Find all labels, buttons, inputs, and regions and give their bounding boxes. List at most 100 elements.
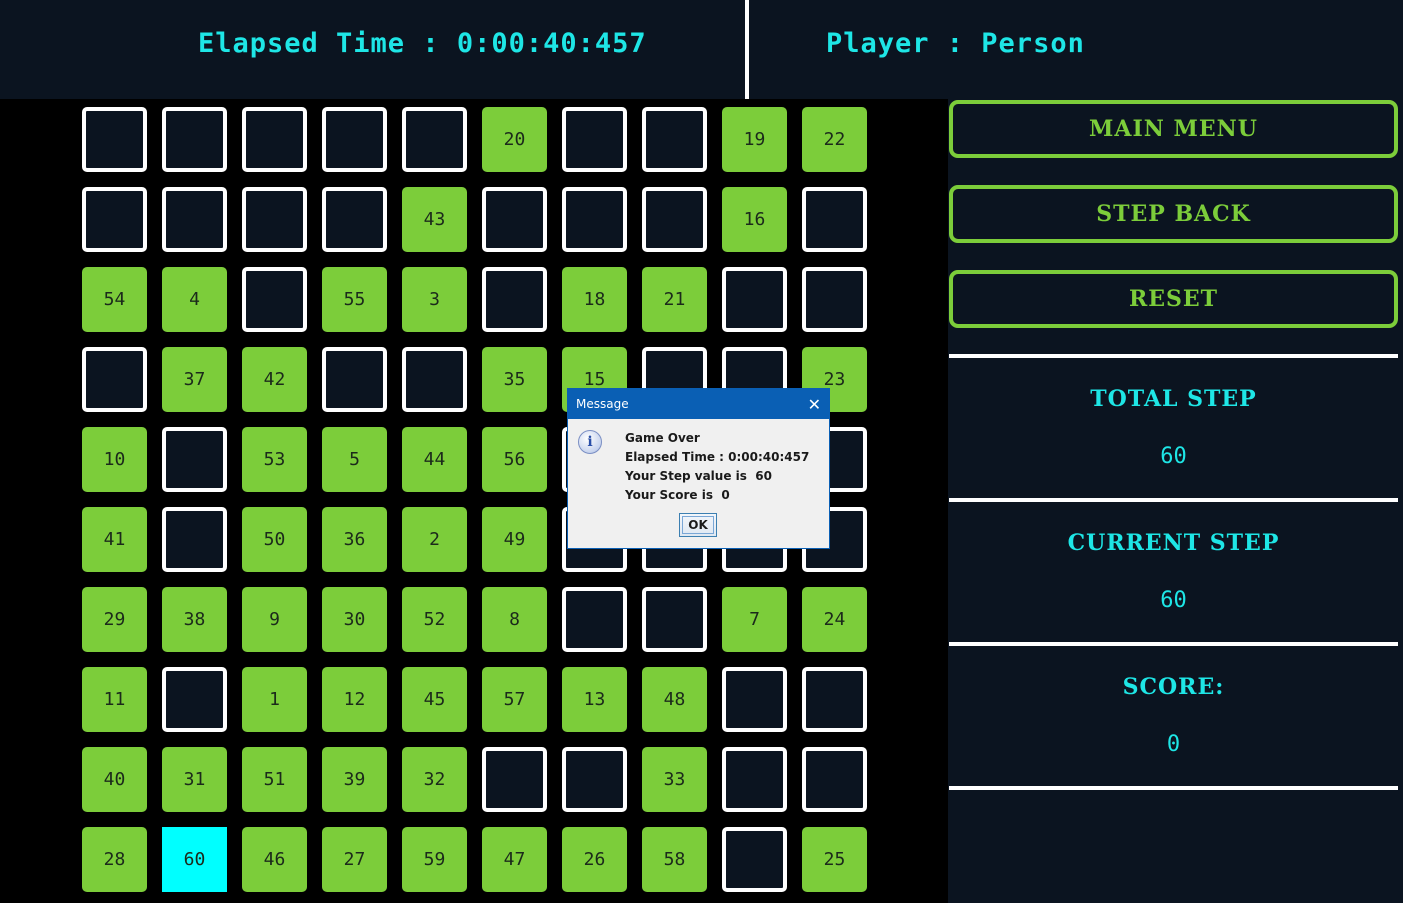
board-cell-empty[interactable] (162, 187, 227, 252)
board-cell-empty[interactable] (802, 747, 867, 812)
board-cell-empty[interactable] (802, 267, 867, 332)
board-cell[interactable]: 37 (162, 347, 227, 412)
board-cell[interactable]: 24 (802, 587, 867, 652)
board-cell[interactable]: 9 (242, 587, 307, 652)
board-cell[interactable]: 32 (402, 747, 467, 812)
board-cell-empty[interactable] (242, 187, 307, 252)
board-cell[interactable]: 8 (482, 587, 547, 652)
board-cell[interactable]: 47 (482, 827, 547, 892)
board-cell-empty[interactable] (322, 187, 387, 252)
board-cell[interactable]: 46 (242, 827, 307, 892)
board-cell-empty[interactable] (82, 347, 147, 412)
board-cell[interactable]: 25 (802, 827, 867, 892)
board-cell-empty[interactable] (482, 747, 547, 812)
board-cell-empty[interactable] (722, 267, 787, 332)
board-cell[interactable]: 44 (402, 427, 467, 492)
board-cell[interactable]: 21 (642, 267, 707, 332)
board-cell[interactable]: 56 (482, 427, 547, 492)
board-cell[interactable]: 20 (482, 107, 547, 172)
close-icon[interactable]: ✕ (808, 395, 821, 414)
board-cell[interactable]: 50 (242, 507, 307, 572)
board-cell-empty[interactable] (722, 667, 787, 732)
dialog-titlebar[interactable]: Message ✕ (568, 389, 829, 419)
board-cell-empty[interactable] (82, 187, 147, 252)
board-cell-empty[interactable] (802, 187, 867, 252)
board-cell[interactable]: 26 (562, 827, 627, 892)
board-cell[interactable]: 12 (322, 667, 387, 732)
board-cell[interactable]: 59 (402, 827, 467, 892)
board-cell[interactable]: 36 (322, 507, 387, 572)
board-cell-empty[interactable] (162, 107, 227, 172)
board-cell-empty[interactable] (242, 267, 307, 332)
board-cell[interactable]: 33 (642, 747, 707, 812)
board-cell[interactable]: 57 (482, 667, 547, 732)
board-cell-empty[interactable] (642, 587, 707, 652)
dialog-title: Message (576, 397, 629, 411)
board-cell[interactable]: 5 (322, 427, 387, 492)
board-cell-empty[interactable] (402, 347, 467, 412)
header-right-panel: Player : Person (751, 0, 1403, 99)
board-cell-empty[interactable] (482, 267, 547, 332)
board-cell[interactable]: 54 (82, 267, 147, 332)
board-cell-empty[interactable] (562, 107, 627, 172)
board-cell-empty[interactable] (242, 107, 307, 172)
board-cell[interactable]: 55 (322, 267, 387, 332)
board-cell[interactable]: 1 (242, 667, 307, 732)
board-cell[interactable]: 52 (402, 587, 467, 652)
board-cell[interactable]: 10 (82, 427, 147, 492)
board-cell-empty[interactable] (562, 587, 627, 652)
board-cell-empty[interactable] (162, 427, 227, 492)
score-value: 0 (1166, 732, 1181, 757)
board-cell[interactable]: 42 (242, 347, 307, 412)
current-step-label: CURRENT STEP (1067, 530, 1280, 556)
score-label: SCORE: (1122, 674, 1225, 700)
board-cell[interactable]: 53 (242, 427, 307, 492)
board-cell[interactable]: 45 (402, 667, 467, 732)
board-cell-empty[interactable] (162, 667, 227, 732)
board-cell[interactable]: 31 (162, 747, 227, 812)
main-menu-button[interactable]: MAIN MENU (949, 100, 1398, 158)
board-cell[interactable]: 13 (562, 667, 627, 732)
reset-button[interactable]: RESET (949, 270, 1398, 328)
board-cell-empty[interactable] (562, 747, 627, 812)
board-cell-empty[interactable] (162, 507, 227, 572)
board-cell[interactable]: 7 (722, 587, 787, 652)
board-cell[interactable]: 22 (802, 107, 867, 172)
board-cell[interactable]: 41 (82, 507, 147, 572)
board-cell-empty[interactable] (802, 667, 867, 732)
board-cell[interactable]: 28 (82, 827, 147, 892)
board-cell[interactable]: 30 (322, 587, 387, 652)
board-cell-empty[interactable] (562, 187, 627, 252)
board-cell-empty[interactable] (82, 107, 147, 172)
board-cell[interactable]: 40 (82, 747, 147, 812)
board-cell-empty[interactable] (402, 107, 467, 172)
board-cell[interactable]: 3 (402, 267, 467, 332)
ok-button[interactable]: OK (679, 513, 717, 537)
board-cell[interactable]: 38 (162, 587, 227, 652)
board-cell[interactable]: 35 (482, 347, 547, 412)
board-cell-empty[interactable] (722, 747, 787, 812)
board-cell-empty[interactable] (642, 187, 707, 252)
board-cell-current[interactable]: 60 (162, 827, 227, 892)
board-cell[interactable]: 51 (242, 747, 307, 812)
board-cell[interactable]: 29 (82, 587, 147, 652)
board-cell[interactable]: 2 (402, 507, 467, 572)
board-cell[interactable]: 11 (82, 667, 147, 732)
board-cell-empty[interactable] (482, 187, 547, 252)
board-cell[interactable]: 43 (402, 187, 467, 252)
board-cell[interactable]: 4 (162, 267, 227, 332)
board-cell-empty[interactable] (642, 107, 707, 172)
board-cell[interactable]: 27 (322, 827, 387, 892)
board-cell[interactable]: 58 (642, 827, 707, 892)
step-back-button[interactable]: STEP BACK (949, 185, 1398, 243)
board-cell[interactable]: 16 (722, 187, 787, 252)
board-cell[interactable]: 48 (642, 667, 707, 732)
board-cell[interactable]: 19 (722, 107, 787, 172)
board-cell[interactable]: 39 (322, 747, 387, 812)
board-cell-empty[interactable] (722, 827, 787, 892)
header-left-panel: Elapsed Time : 0:00:40:457 (0, 0, 743, 99)
board-cell-empty[interactable] (322, 107, 387, 172)
board-cell[interactable]: 18 (562, 267, 627, 332)
board-cell[interactable]: 49 (482, 507, 547, 572)
board-cell-empty[interactable] (322, 347, 387, 412)
